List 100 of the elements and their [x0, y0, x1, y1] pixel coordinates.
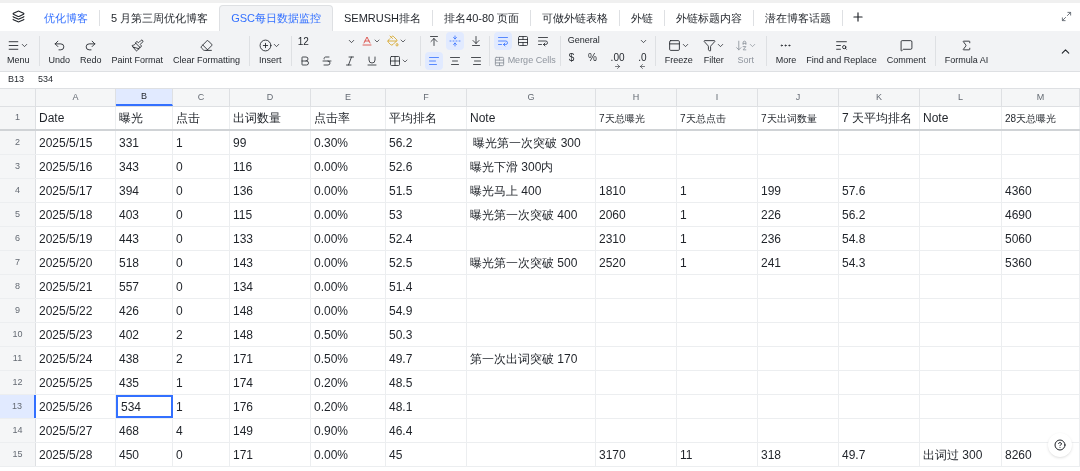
- caret-icon: [400, 57, 409, 65]
- row-header[interactable]: 3: [0, 155, 36, 178]
- toolbar-button[interactable]: Find and Replace: [801, 32, 882, 70]
- row-header[interactable]: 5: [0, 203, 36, 226]
- row-header[interactable]: 8: [0, 275, 36, 298]
- table-cell: 0: [173, 203, 230, 226]
- table-cell: 133: [230, 227, 311, 250]
- table-cell: 468: [116, 419, 173, 442]
- table-cell: 1810: [596, 179, 677, 202]
- table-cell: 56.2: [839, 203, 920, 226]
- table-cell: 52.6: [386, 155, 467, 178]
- toolbar-button[interactable]: Freeze: [659, 32, 698, 70]
- toolbar-button[interactable]: Comment: [881, 32, 931, 70]
- sheet-tab[interactable]: 潜在博客话题: [754, 5, 843, 31]
- table-cell: 176: [230, 395, 311, 418]
- expand-icon[interactable]: [1061, 11, 1072, 22]
- row-header[interactable]: 7: [0, 251, 36, 274]
- number-format-dropdown[interactable]: General: [564, 32, 651, 50]
- column-header[interactable]: B: [116, 89, 173, 106]
- table-cell: 2025/5/28: [36, 443, 116, 466]
- table-cell: 143: [230, 251, 311, 274]
- table-cell: 1: [173, 131, 230, 154]
- sheet-tab[interactable]: SEMRUSH排名: [333, 5, 433, 31]
- toolbar-button[interactable]: Menu: [2, 32, 35, 70]
- help-button[interactable]: [1048, 433, 1072, 457]
- arrow-right-icon: [614, 63, 622, 70]
- toolbar-button[interactable]: Formula AI: [939, 32, 994, 70]
- table-cell: 1: [677, 203, 758, 226]
- sheet-tab[interactable]: GSC每日数据监控: [219, 5, 334, 31]
- row-header[interactable]: 2: [0, 131, 36, 154]
- column-header[interactable]: G: [467, 89, 596, 106]
- row-header[interactable]: 14: [0, 419, 36, 442]
- font-size-dropdown[interactable]: 12: [295, 32, 358, 50]
- column-header[interactable]: M: [1002, 89, 1080, 106]
- table-cell: 557: [116, 275, 173, 298]
- sheet-tab[interactable]: 排名40-80 页面: [433, 5, 531, 31]
- row-header[interactable]: 15: [0, 443, 36, 466]
- row-header[interactable]: 12: [0, 371, 36, 394]
- wrap-text-icon: [496, 35, 509, 47]
- add-sheet-icon[interactable]: [851, 10, 866, 24]
- table-cell: 0: [173, 179, 230, 202]
- sheet-tab[interactable]: 外链: [620, 5, 665, 31]
- table-cell: 149: [230, 419, 311, 442]
- number-format-button[interactable]: %: [585, 52, 599, 70]
- sheet-tab[interactable]: 优化博客: [33, 5, 99, 31]
- number-format-button[interactable]: .00: [608, 52, 627, 70]
- toolbar-button[interactable]: Insert: [254, 32, 287, 70]
- toolbar-button[interactable]: More: [770, 32, 802, 70]
- toolbar-button[interactable]: Redo: [75, 32, 107, 70]
- column-header[interactable]: I: [677, 89, 758, 106]
- paintbrush-icon: [130, 38, 144, 52]
- column-header[interactable]: L: [920, 89, 1002, 106]
- sheet-tab[interactable]: 外链标题内容: [665, 5, 754, 31]
- comment-icon: [899, 38, 913, 52]
- column-header[interactable]: D: [230, 89, 311, 106]
- align-center-icon: [448, 55, 461, 67]
- table-cell: 0.00%: [311, 179, 386, 202]
- undo-icon: [52, 38, 66, 52]
- row-header[interactable]: 10: [0, 323, 36, 346]
- row-header[interactable]: 9: [0, 299, 36, 322]
- layers-icon[interactable]: [12, 10, 25, 23]
- freeze-icon: [667, 38, 681, 52]
- row-header[interactable]: 1: [0, 107, 36, 129]
- table-cell: 曝光第一次突破 400: [467, 203, 596, 226]
- row-header[interactable]: 6: [0, 227, 36, 250]
- row-header[interactable]: 11: [0, 347, 36, 370]
- row-header[interactable]: 13: [0, 395, 36, 418]
- toolbar-button[interactable]: Undo: [43, 32, 76, 70]
- sheet-tab[interactable]: 5 月第三周优化博客: [100, 5, 220, 31]
- table-cell: 49.7: [839, 443, 920, 466]
- column-header[interactable]: C: [173, 89, 230, 106]
- number-format-button[interactable]: $: [566, 52, 577, 70]
- toolbar-button[interactable]: Clear Formatting: [168, 32, 246, 70]
- row-header[interactable]: 4: [0, 179, 36, 202]
- formula-field[interactable]: 534: [32, 73, 54, 87]
- table-cell: 第一次出词突破 170: [467, 347, 596, 370]
- toolbar-button[interactable]: Paint Format: [106, 32, 169, 70]
- table-cell: 2025/5/17: [36, 179, 116, 202]
- column-header[interactable]: J: [758, 89, 839, 106]
- plus-circle-icon: [259, 38, 273, 52]
- table-header-cell: 7 天平均排名: [839, 107, 920, 129]
- table-cell: 51.4: [386, 275, 467, 298]
- column-header[interactable]: E: [311, 89, 386, 106]
- table-cell: 199: [758, 179, 839, 202]
- cell-reference[interactable]: B13: [0, 73, 32, 87]
- column-header[interactable]: K: [839, 89, 920, 106]
- sheet-tab[interactable]: 可做外链表格: [531, 5, 620, 31]
- table-cell: 54.9: [386, 299, 467, 322]
- table-header-cell: 7天总点击: [677, 107, 758, 129]
- table-cell: 2025/5/21: [36, 275, 116, 298]
- toolbar-button[interactable]: Filter: [697, 32, 730, 70]
- table-header-cell: 平均排名: [386, 107, 467, 129]
- column-header[interactable]: F: [386, 89, 467, 106]
- number-format-button[interactable]: .0: [636, 52, 649, 70]
- table-cell: 1: [677, 179, 758, 202]
- table-cell: 343: [116, 155, 173, 178]
- table-header-cell: 点击率: [311, 107, 386, 129]
- column-header[interactable]: H: [596, 89, 677, 106]
- sigma-icon: [960, 38, 973, 52]
- table-cell: 2025/5/15: [36, 131, 116, 154]
